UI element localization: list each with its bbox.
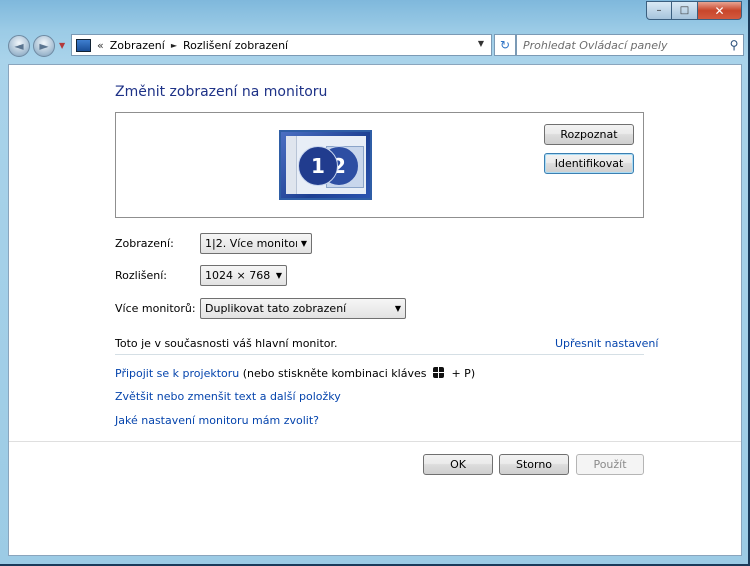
footer-divider bbox=[9, 441, 741, 442]
forward-arrow-icon: ► bbox=[39, 39, 49, 53]
divider bbox=[115, 354, 644, 355]
text-size-link[interactable]: Zvětšit nebo zmenšit text a další položk… bbox=[115, 390, 341, 403]
navigation-bar: ◄ ► ▼ « Zobrazení ► Rozlišení zobrazení … bbox=[8, 34, 744, 58]
multiple-displays-select[interactable]: Duplikovat tato zobrazení ▼ bbox=[200, 298, 406, 319]
search-input[interactable] bbox=[521, 37, 725, 53]
forward-button[interactable]: ► bbox=[33, 35, 55, 57]
cancel-button[interactable]: Storno bbox=[499, 454, 569, 475]
refresh-icon: ↻ bbox=[499, 38, 511, 52]
advanced-settings-link[interactable]: Upřesnit nastavení bbox=[555, 337, 658, 350]
chevron-down-icon: ▼ bbox=[275, 271, 283, 280]
address-dropdown-icon[interactable]: ▼ bbox=[478, 39, 484, 48]
resolution-label: Rozlišení: bbox=[115, 269, 167, 282]
projector-row: Připojit se k projektoru (nebo stiskněte… bbox=[115, 367, 475, 380]
display-select[interactable]: 1|2. Více monitorů ▼ bbox=[200, 233, 312, 254]
connect-projector-link[interactable]: Připojit se k projektoru bbox=[115, 367, 239, 380]
back-button[interactable]: ◄ bbox=[8, 35, 30, 57]
monitor-number-badge-1: 1 bbox=[298, 146, 338, 186]
resolution-select-value: 1024 × 768 bbox=[205, 269, 271, 282]
caption-buttons: – □ ✕ bbox=[646, 1, 742, 20]
breadcrumb-item-display[interactable]: Zobrazení bbox=[110, 39, 165, 52]
search-icon[interactable]: ⚲ bbox=[725, 38, 743, 52]
chevron-down-icon: ▼ bbox=[394, 304, 402, 313]
breadcrumb-item-screen-resolution[interactable]: Rozlišení zobrazení bbox=[183, 39, 288, 52]
close-button[interactable]: ✕ bbox=[698, 1, 742, 20]
breadcrumb-separator-icon[interactable]: ► bbox=[171, 41, 177, 50]
projector-shortcut-note-end: + P) bbox=[451, 367, 476, 380]
display-select-value: 1|2. Více monitorů bbox=[205, 237, 297, 250]
refresh-button[interactable]: ↻ bbox=[494, 34, 516, 56]
address-bar[interactable]: « Zobrazení ► Rozlišení zobrazení ▼ bbox=[71, 34, 492, 56]
back-arrow-icon: ◄ bbox=[14, 39, 24, 53]
search-box[interactable]: ⚲ bbox=[516, 34, 744, 56]
page-title: Změnit zobrazení na monitoru bbox=[115, 84, 328, 100]
identify-button[interactable]: Identifikovat bbox=[544, 153, 634, 174]
display-label: Zobrazení: bbox=[115, 237, 174, 250]
recent-pages-dropdown-icon[interactable]: ▼ bbox=[59, 41, 65, 50]
maximize-button[interactable]: □ bbox=[672, 1, 698, 20]
chevron-down-icon: ▼ bbox=[300, 239, 308, 248]
ok-button[interactable]: OK bbox=[423, 454, 493, 475]
monitor-icon[interactable]: 1 2 bbox=[279, 130, 372, 200]
control-panel-window: – □ ✕ ◄ ► ▼ « Zobrazení ► Rozlišení zobr… bbox=[0, 0, 750, 566]
main-content: Změnit zobrazení na monitoru 1 2 Rozpozn… bbox=[8, 64, 742, 556]
monitor-screen-sidebar bbox=[286, 136, 297, 194]
multiple-displays-label: Více monitorů: bbox=[115, 302, 196, 315]
monitor-arrangement-panel: 1 2 Rozpoznat Identifikovat bbox=[115, 112, 644, 218]
breadcrumb-overflow-chevron[interactable]: « bbox=[97, 39, 104, 52]
detect-button[interactable]: Rozpoznat bbox=[544, 124, 634, 145]
minimize-button[interactable]: – bbox=[646, 1, 672, 20]
which-settings-link[interactable]: Jaké nastavení monitoru mám zvolit? bbox=[115, 414, 319, 427]
apply-button[interactable]: Použít bbox=[576, 454, 644, 475]
primary-monitor-note: Toto je v současnosti váš hlavní monitor… bbox=[115, 337, 338, 350]
windows-key-icon bbox=[432, 367, 445, 378]
resolution-select[interactable]: 1024 × 768 ▼ bbox=[200, 265, 287, 286]
multiple-displays-select-value: Duplikovat tato zobrazení bbox=[205, 302, 347, 315]
control-panel-icon bbox=[76, 38, 91, 52]
projector-shortcut-note-start: (nebo stiskněte kombinaci kláves bbox=[242, 367, 427, 380]
